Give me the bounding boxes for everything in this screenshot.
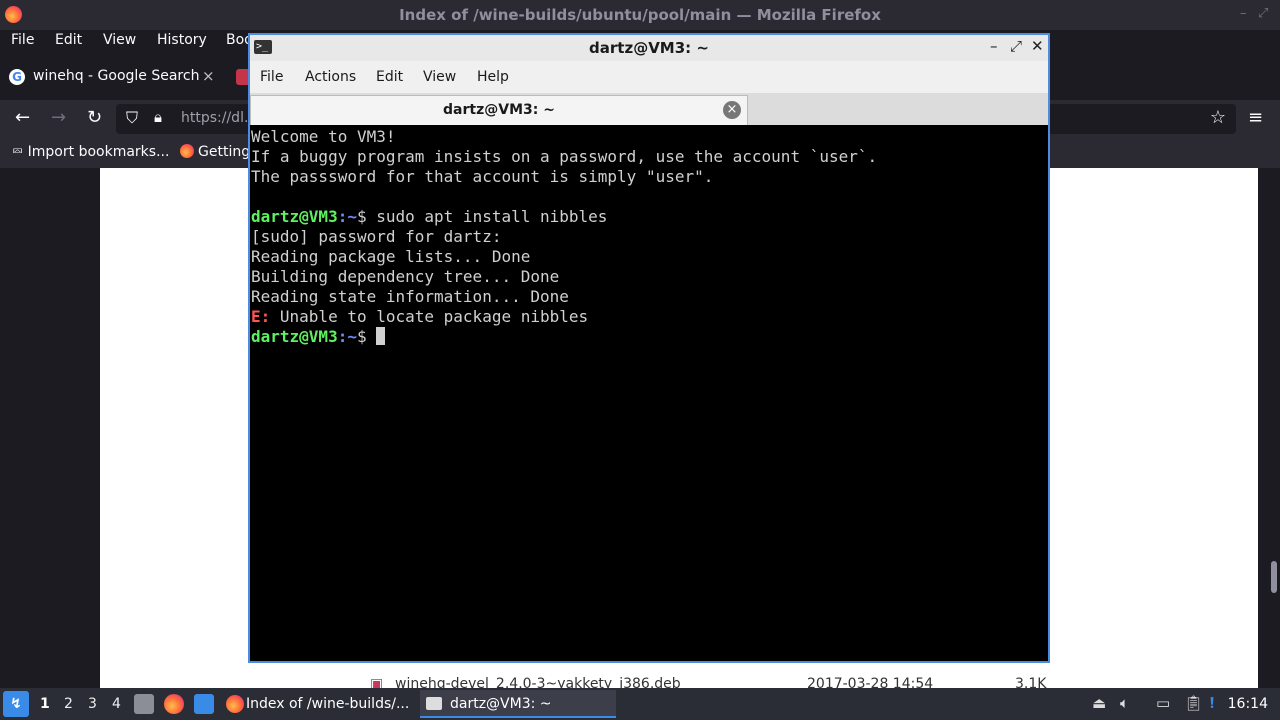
prompt-user: dartz@VM3 [251, 327, 338, 346]
tab-winehq-search[interactable]: G winehq - Google Search × [9, 62, 224, 92]
terminal-tab-label: dartz@VM3: ~ [443, 102, 555, 118]
maximize-icon[interactable]: ⤢ [1010, 37, 1022, 55]
menu-history[interactable]: History [157, 32, 207, 48]
taskbar-item-firefox[interactable]: Index of /wine-builds/... [222, 690, 416, 718]
firefox-titlebar[interactable]: Index of /wine-builds/ubuntu/pool/main —… [0, 0, 1280, 30]
shield-icon[interactable]: ⛉ [126, 108, 138, 128]
terminal-line: The passsword for that account is simply… [251, 167, 714, 186]
prompt-path: :~ [337, 207, 357, 226]
close-icon[interactable]: ✕ [1031, 37, 1044, 55]
taskbar: ↯ 1 2 3 4 Index of /wine-builds/... dart… [0, 688, 1280, 720]
back-icon[interactable]: ← [15, 107, 30, 128]
firefox-window-title: Index of /wine-builds/ubuntu/pool/main —… [399, 6, 881, 24]
bookmark-import[interactable]: ⮹ Import bookmarks... [12, 144, 169, 160]
terminal-titlebar[interactable]: >_ dartz@VM3: ~ – ⤢ ✕ [250, 35, 1048, 61]
restore-icon[interactable]: ⤢ [1258, 6, 1268, 21]
workspace-4[interactable]: 4 [112, 696, 121, 712]
clipboard-icon[interactable]: 📋︎ [1184, 694, 1203, 712]
reload-icon[interactable]: ↻ [87, 107, 102, 128]
taskbar-item-label: dartz@VM3: ~ [450, 696, 552, 712]
terminal-menu-edit[interactable]: Edit [376, 69, 403, 85]
terminal-line: If a buggy program insists on a password… [251, 147, 878, 166]
error-prefix: E: [251, 307, 271, 326]
desktop: Index of /wine-builds/ubuntu/pool/main —… [0, 0, 1280, 720]
clock[interactable]: 16:14 [1228, 696, 1268, 712]
terminal-prompt-line[interactable]: dartz@VM3:~$ [251, 327, 1048, 347]
hamburger-menu-icon[interactable]: ≡ [1248, 107, 1263, 128]
bookmark-star-icon[interactable]: ☆ [1210, 107, 1226, 128]
error-message: Unable to locate package nibbles [270, 307, 589, 326]
text-cursor [376, 327, 386, 345]
terminal-menu-help[interactable]: Help [477, 69, 509, 85]
bookmark-folder-icon: ⮹ [12, 144, 28, 160]
terminal-menu-file[interactable]: File [260, 69, 283, 85]
forward-icon[interactable]: → [51, 107, 66, 128]
notification-icon[interactable]: ❗︎ [1210, 694, 1214, 712]
terminal-menu-view[interactable]: View [423, 69, 456, 85]
terminal-tabbar: dartz@VM3: ~ × [250, 93, 1048, 125]
firefox-bookmark-icon [180, 144, 194, 158]
volume-icon[interactable]: 🔈︎ [1120, 694, 1129, 712]
terminal-output[interactable]: Welcome to VM3! If a buggy program insis… [250, 125, 1048, 661]
terminal-error-line: E: Unable to locate package nibbles [251, 307, 1048, 327]
terminal-window[interactable]: >_ dartz@VM3: ~ – ⤢ ✕ File Actions Edit … [248, 33, 1050, 663]
terminal-command-line: dartz@VM3:~$ sudo apt install nibbles [251, 207, 1048, 227]
terminal-menu-actions[interactable]: Actions [305, 69, 356, 85]
workspace-1[interactable]: 1 [40, 696, 50, 712]
prompt-symbol: $ [356, 207, 377, 226]
taskbar-item-label: Index of /wine-builds/... [246, 696, 410, 712]
file-manager-icon[interactable] [134, 694, 154, 714]
firefox-icon [226, 695, 244, 713]
terminal-line: Welcome to VM3! [251, 127, 396, 146]
minimize-icon[interactable]: – [990, 37, 998, 55]
terminal-line: Building dependency tree... Done [251, 267, 560, 286]
bookmark-getting-started[interactable]: Getting [180, 144, 250, 160]
terminal-tab[interactable]: dartz@VM3: ~ × [250, 95, 748, 125]
command-text: sudo apt install nibbles [376, 207, 608, 226]
google-icon: G [9, 69, 25, 85]
menu-edit[interactable]: Edit [55, 32, 82, 48]
tray-upload-icon[interactable]: ⏏ [1092, 694, 1106, 712]
screen-icon[interactable]: ▭ [1156, 694, 1170, 712]
prompt-user: dartz@VM3 [251, 207, 338, 226]
tab-label: winehq - Google Search [33, 68, 200, 84]
lock-icon[interactable]: 🔒︎ [154, 108, 162, 126]
terminal-icon [426, 697, 442, 710]
taskbar-item-terminal[interactable]: dartz@VM3: ~ [420, 690, 616, 718]
workspace-2[interactable]: 2 [64, 696, 73, 712]
prompt-symbol: $ [356, 327, 377, 346]
prompt-path: :~ [337, 327, 357, 346]
terminal-line: Reading state information... Done [251, 287, 569, 306]
tab-close-icon[interactable]: × [723, 101, 741, 119]
firefox-launcher-icon[interactable] [164, 694, 184, 714]
url-text[interactable]: https://dl. [181, 110, 248, 126]
menu-view[interactable]: View [103, 32, 136, 48]
desktop-icon[interactable] [194, 694, 214, 714]
terminal-window-title: dartz@VM3: ~ [589, 39, 709, 57]
tab-close-icon[interactable]: × [202, 67, 215, 85]
terminal-line: Reading package lists... Done [251, 247, 531, 266]
start-menu-button[interactable]: ↯ [3, 691, 29, 717]
minimize-icon[interactable]: – [1240, 6, 1247, 21]
menu-file[interactable]: File [11, 32, 34, 48]
page-scrollbar[interactable] [1271, 561, 1277, 593]
terminal-line: [sudo] password for dartz: [251, 227, 502, 246]
workspace-3[interactable]: 3 [88, 696, 97, 712]
terminal-menubar: File Actions Edit View Help [250, 61, 1048, 93]
